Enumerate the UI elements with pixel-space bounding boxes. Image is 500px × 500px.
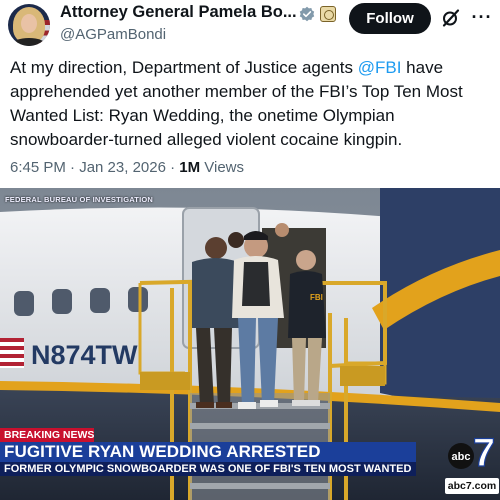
news-headline: FUGITIVE RYAN WEDDING ARRESTED — [4, 442, 321, 461]
news-subheadline: FORMER OLYMPIC SNOWBOARDER WAS ONE OF FB… — [4, 463, 412, 475]
author-name[interactable]: Attorney General Pamela Bo... — [60, 3, 297, 22]
author-handle[interactable]: @AGPamBondi — [60, 26, 166, 43]
government-seal-icon — [320, 6, 336, 22]
grok-icon[interactable] — [441, 8, 461, 28]
breaking-news-label: BREAKING NEWS — [0, 428, 94, 442]
more-options-icon[interactable]: ··· — [470, 6, 494, 30]
tweet-text-part1: At my direction, Department of Justice a… — [10, 58, 358, 77]
views-label: Views — [200, 159, 245, 176]
tweet-timestamp[interactable]: 6:45 PM · Jan 23, 2026 · — [10, 159, 179, 176]
channel-number-text: 7 — [473, 431, 495, 474]
follow-button[interactable]: Follow — [349, 3, 431, 34]
tweet-meta: 6:45 PM · Jan 23, 2026 · 1M Views — [10, 159, 244, 176]
author-avatar[interactable] — [8, 4, 50, 46]
network-site-label: abc7.com — [445, 478, 499, 494]
abc-logo-text: abc — [452, 451, 471, 463]
abc7-logo-icon: abc 7 — [448, 430, 496, 474]
tweet-text: At my direction, Department of Justice a… — [10, 56, 494, 152]
verified-badge-icon — [299, 6, 315, 22]
tweet-card: Attorney General Pamela Bo... @AGPamBond… — [0, 0, 500, 188]
fbi-mention-link[interactable]: @FBI — [358, 58, 402, 77]
views-count: 1M — [179, 159, 201, 176]
tail-number-text: N874TW — [31, 340, 138, 370]
fbi-jacket-text: FBI — [310, 293, 323, 302]
fbi-source-caption: FEDERAL BUREAU OF INVESTIGATION — [5, 195, 154, 204]
